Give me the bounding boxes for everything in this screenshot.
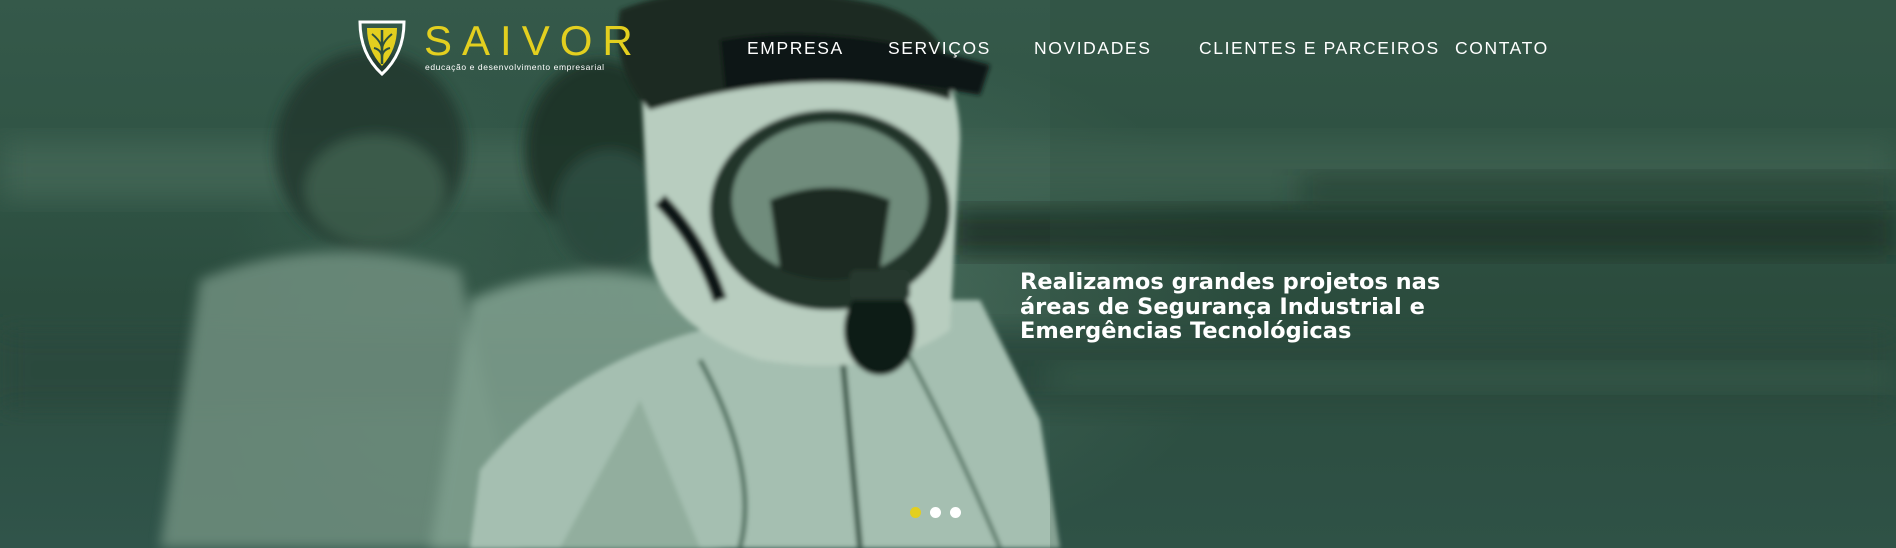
hero-headline-line: áreas de Segurança Industrial e bbox=[1020, 293, 1425, 320]
nav-item-empresa[interactable]: EMPRESA bbox=[747, 38, 844, 59]
brand-logo[interactable]: SAIVOR educação e desenvolvimento empres… bbox=[358, 18, 633, 78]
nav-item-novidades[interactable]: NOVIDADES bbox=[1034, 38, 1151, 59]
hero-headline: Realizamos grandes projetos nas áreas de… bbox=[1020, 270, 1480, 344]
hero-headline-line: Realizamos grandes projetos nas bbox=[1020, 269, 1441, 295]
shield-emblem-icon bbox=[358, 20, 406, 76]
brand-tagline: educação e desenvolvimento empresarial bbox=[425, 62, 605, 72]
nav-item-contato[interactable]: CONTATO bbox=[1455, 38, 1549, 59]
hero-section: SAIVOR educação e desenvolvimento empres… bbox=[0, 0, 1896, 548]
slider-dot[interactable] bbox=[910, 507, 921, 518]
nav-item-servicos[interactable]: SERVIÇOS bbox=[888, 38, 991, 59]
nav-item-clientes-e-parceiros[interactable]: CLIENTES E PARCEIROS bbox=[1199, 38, 1440, 59]
slider-dot[interactable] bbox=[950, 507, 961, 518]
top-navigation: SAIVOR educação e desenvolvimento empres… bbox=[0, 0, 1896, 100]
brand-name: SAIVOR bbox=[424, 17, 643, 64]
slider-dot[interactable] bbox=[930, 507, 941, 518]
hero-headline-line: Emergências Tecnológicas bbox=[1020, 318, 1352, 344]
